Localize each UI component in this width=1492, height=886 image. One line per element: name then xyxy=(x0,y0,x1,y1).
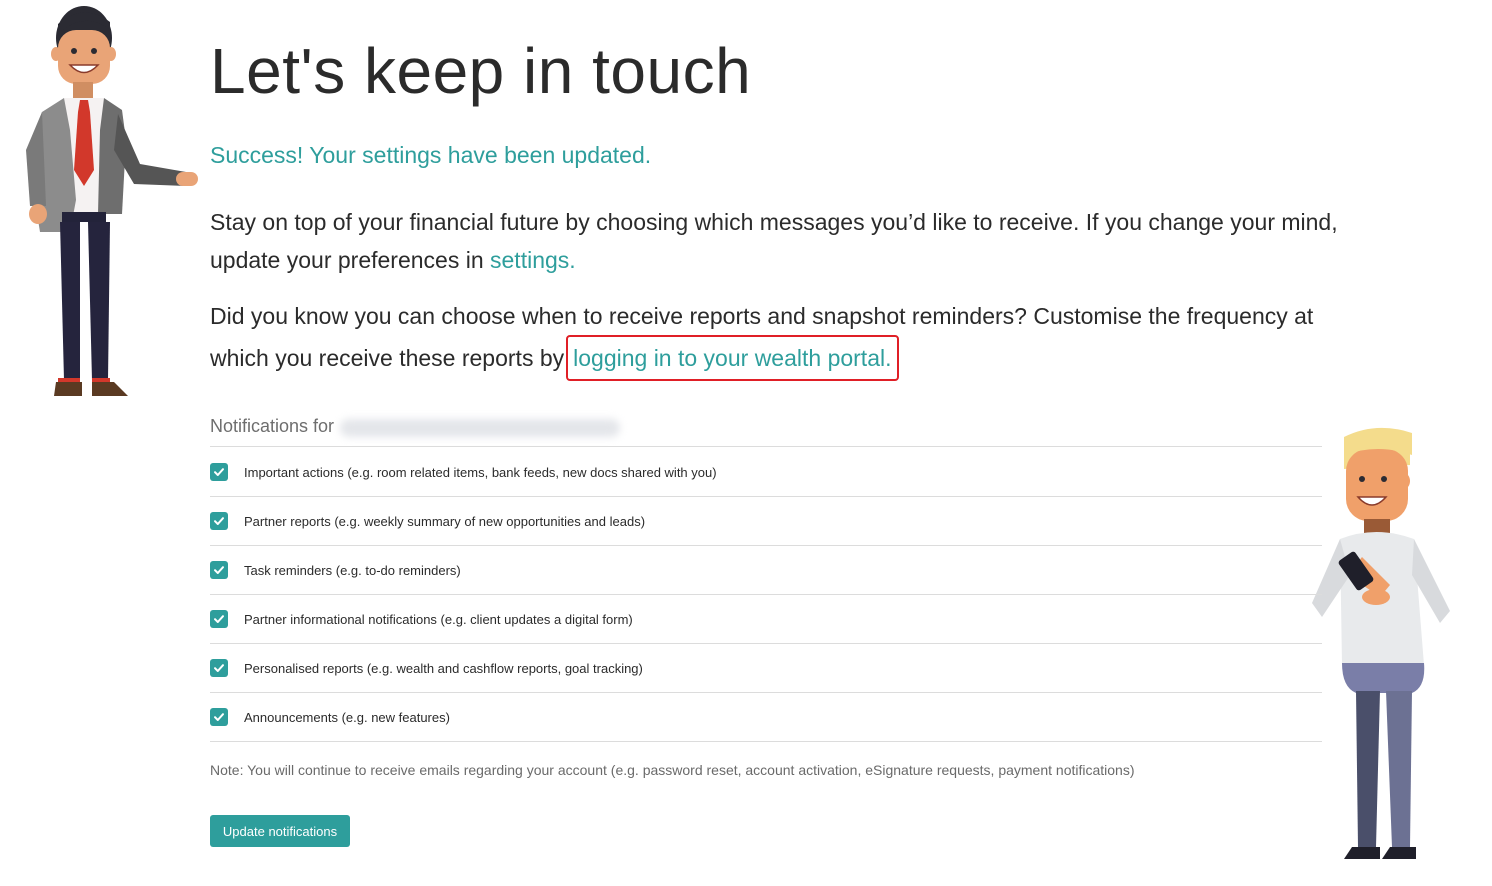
notification-label: Partner reports (e.g. weekly summary of … xyxy=(244,513,646,529)
intro-text: Stay on top of your financial future by … xyxy=(210,209,1338,273)
notification-checkbox[interactable] xyxy=(210,659,228,677)
notifications-for-label: Notifications for xyxy=(210,416,335,436)
notification-row: Personalised reports (e.g. wealth and ca… xyxy=(210,644,1322,693)
checkmark-icon xyxy=(214,713,224,721)
notification-label: Announcements (e.g. new features) xyxy=(244,709,450,725)
notification-checkbox[interactable] xyxy=(210,561,228,579)
page-title: Let's keep in touch xyxy=(210,35,752,107)
update-notifications-button[interactable]: Update notifications xyxy=(210,815,350,847)
notification-checkbox[interactable] xyxy=(210,512,228,530)
notification-checkbox[interactable] xyxy=(210,610,228,628)
intro-paragraph: Stay on top of your financial future by … xyxy=(210,203,1370,279)
notification-row: Important actions (e.g. room related ite… xyxy=(210,448,1322,497)
account-email-note: Note: You will continue to receive email… xyxy=(210,762,1135,778)
reports-info-paragraph: Did you know you can choose when to rece… xyxy=(210,297,1370,381)
blurred-email xyxy=(340,419,621,437)
notification-label: Task reminders (e.g. to-do reminders) xyxy=(244,562,461,578)
notification-checkbox[interactable] xyxy=(210,463,228,481)
success-message: Success! Your settings have been updated… xyxy=(210,142,652,168)
notification-row: Partner informational notifications (e.g… xyxy=(210,595,1322,644)
notification-row: Partner reports (e.g. weekly summary of … xyxy=(210,497,1322,546)
businessman-illustration xyxy=(26,6,198,396)
wealth-portal-link[interactable]: logging in to your wealth portal. xyxy=(566,335,899,381)
notification-label: Personalised reports (e.g. wealth and ca… xyxy=(244,660,643,676)
notification-row: Task reminders (e.g. to-do reminders) xyxy=(210,546,1322,595)
man-with-phone-illustration xyxy=(1312,427,1450,859)
notifications-header: Notifications for xyxy=(210,416,1322,447)
notification-checkbox[interactable] xyxy=(210,708,228,726)
notifications-list: Important actions (e.g. room related ite… xyxy=(210,448,1322,742)
notification-row: Announcements (e.g. new features) xyxy=(210,693,1322,742)
notification-label: Partner informational notifications (e.g… xyxy=(244,611,633,627)
settings-link[interactable]: settings. xyxy=(490,247,576,273)
checkmark-icon xyxy=(214,468,224,476)
checkmark-icon xyxy=(214,517,224,525)
checkmark-icon xyxy=(214,566,224,574)
checkmark-icon xyxy=(214,664,224,672)
checkmark-icon xyxy=(214,615,224,623)
notification-label: Important actions (e.g. room related ite… xyxy=(244,464,717,480)
